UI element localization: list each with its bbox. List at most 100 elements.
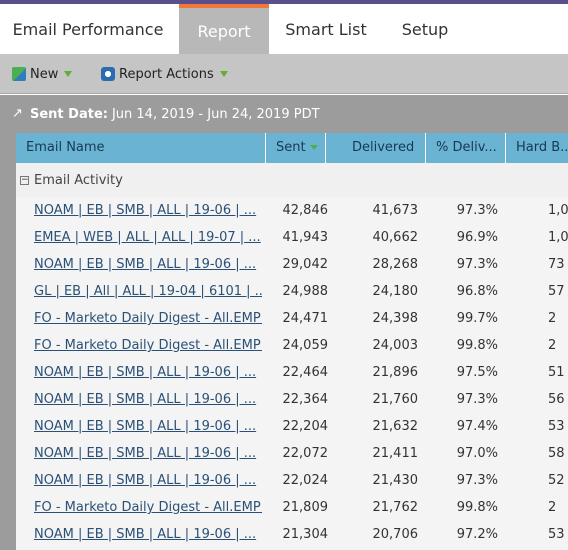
sent-cell: 21,304 <box>282 527 329 542</box>
pct-delivered-cell: 96.9% <box>456 230 498 245</box>
pct-delivered-cell: 99.8% <box>456 338 498 353</box>
tab-report[interactable]: Report <box>179 4 269 54</box>
tab-setup[interactable]: Setup <box>390 4 460 54</box>
tab-smart-list[interactable]: Smart List <box>277 4 375 54</box>
report-grid: Email Name Sent Delivered % Deliv... Har… <box>16 133 568 550</box>
new-document-icon <box>12 67 26 81</box>
hard-bounced-cell: 51 <box>506 359 568 386</box>
hard-bounced-value: 57 <box>548 284 565 299</box>
hard-bounced-value: 73 <box>548 257 565 272</box>
table-row: NOAM | EB | SMB | ALL | 19-06 | ... 22,07… <box>16 440 568 467</box>
delivered-cell: 21,632 <box>372 419 419 434</box>
email-name-link[interactable]: NOAM | EB | SMB | ALL | 19-06 | ... <box>34 467 262 494</box>
dropdown-arrow-icon <box>219 71 228 77</box>
delivered-cell: 21,896 <box>372 365 419 380</box>
collapse-icon[interactable]: − <box>20 175 29 185</box>
hard-bounced-cell: 2 <box>506 305 568 332</box>
email-name-link[interactable]: NOAM | EB | SMB | ALL | 19-06 | ... <box>34 440 262 467</box>
email-name-link[interactable]: NOAM | EB | SMB | ALL | 19-06 | ... <box>34 197 262 224</box>
column-header-sent-label: Sent <box>276 140 306 155</box>
pct-delivered-cell: 99.7% <box>456 311 498 326</box>
pct-delivered-cell: 97.4% <box>456 419 498 434</box>
toolbar: New Report Actions <box>0 54 568 94</box>
report-actions-label: Report Actions <box>119 66 214 82</box>
sent-cell: 24,471 <box>282 311 329 326</box>
hard-bounced-cell: 2 <box>506 494 568 521</box>
dropdown-arrow-icon <box>64 71 73 77</box>
hard-bounced-cell: 1,06 <box>506 197 568 224</box>
sort-desc-icon <box>309 145 318 150</box>
table-row: NOAM | EB | SMB | ALL | 19-06 | ... 29,04… <box>16 251 568 278</box>
pct-delivered-cell: 97.2% <box>456 527 498 542</box>
hard-bounced-cell: 53 <box>506 413 568 440</box>
delivered-cell: 21,762 <box>372 500 419 515</box>
table-row: FO - Marketo Daily Digest - All.EMP ... 2… <box>16 494 568 521</box>
sent-cell: 22,204 <box>282 419 329 434</box>
column-header-delivered[interactable]: Delivered <box>326 133 426 163</box>
column-header-pct-delivered[interactable]: % Deliv... <box>426 133 506 163</box>
column-header-email-name[interactable]: Email Name <box>16 133 266 163</box>
new-button-label: New <box>30 66 59 82</box>
table-row: NOAM | EB | SMB | ALL | 19-06 | ... 21,30… <box>16 521 568 548</box>
hard-bounced-value: 52 <box>548 473 565 488</box>
column-header-hard-bounced[interactable]: Hard B... <box>506 133 568 163</box>
email-name-link[interactable]: NOAM | EB | SMB | ALL | 19-06 | ... <box>34 413 262 440</box>
sent-cell: 41,943 <box>282 230 329 245</box>
hard-bounced-cell: 1,06 <box>506 224 568 251</box>
sent-cell: 22,024 <box>282 473 329 488</box>
email-name-link[interactable]: NOAM | EB | SMB | ALL | 19-06 | ... <box>34 251 262 278</box>
report-actions-button[interactable]: Report Actions <box>101 63 228 85</box>
email-name-link[interactable]: GL | EB | All | ALL | 19-04 | 6101 | ... <box>34 278 262 305</box>
pct-delivered-cell: 97.3% <box>456 392 498 407</box>
table-row: GL | EB | All | ALL | 19-04 | 6101 | ...… <box>16 278 568 305</box>
new-button[interactable]: New <box>12 63 73 85</box>
sent-cell: 42,846 <box>282 203 329 218</box>
hard-bounced-value: 2 <box>548 338 557 353</box>
sent-cell: 22,464 <box>282 365 329 380</box>
email-name-link[interactable]: EMEA | WEB | ALL | ALL | 19-07 | ... <box>34 224 262 251</box>
email-name-link[interactable]: NOAM | EB | SMB | ALL | 19-06 | ... <box>34 521 262 548</box>
hard-bounced-cell: 73 <box>506 251 568 278</box>
grid-rows: NOAM | EB | SMB | ALL | 19-06 | ... 42,84… <box>16 197 568 548</box>
delivered-cell: 21,411 <box>372 446 419 461</box>
sent-cell: 21,809 <box>282 500 329 515</box>
hard-bounced-cell: 2 <box>506 332 568 359</box>
delivered-cell: 20,706 <box>372 527 419 542</box>
group-row-email-activity[interactable]: − Email Activity <box>16 163 568 197</box>
pct-delivered-cell: 97.5% <box>456 365 498 380</box>
email-name-link[interactable]: FO - Marketo Daily Digest - All.EMP ... <box>34 305 262 332</box>
table-row: NOAM | EB | SMB | ALL | 19-06 | ... 22,02… <box>16 467 568 494</box>
hard-bounced-value: 51 <box>548 365 565 380</box>
email-name-link[interactable]: FO - Marketo Daily Digest - All.EMP ... <box>34 332 262 359</box>
email-name-link[interactable]: NOAM | EB | SMB | ALL | 19-06 | ... <box>34 359 262 386</box>
hard-bounced-value: 1,06 <box>548 203 568 218</box>
delivered-cell: 24,003 <box>372 338 419 353</box>
filter-bar: ↗ Sent Date: Jun 14, 2019 - Jun 24, 2019… <box>12 104 320 124</box>
pct-delivered-cell: 96.8% <box>456 284 498 299</box>
tab-email-performance[interactable]: Email Performance <box>0 4 176 54</box>
pct-delivered-cell: 97.3% <box>456 257 498 272</box>
email-name-link[interactable]: FO - Marketo Daily Digest - All.EMP ... <box>34 494 262 521</box>
table-row: NOAM | EB | SMB | ALL | 19-06 | ... 22,20… <box>16 413 568 440</box>
hard-bounced-value: 2 <box>548 311 557 326</box>
hard-bounced-cell: 58 <box>506 440 568 467</box>
hard-bounced-cell: 52 <box>506 467 568 494</box>
hard-bounced-value: 58 <box>548 446 565 461</box>
report-actions-icon <box>101 67 115 81</box>
hard-bounced-value: 56 <box>548 392 565 407</box>
sent-cell: 22,364 <box>282 392 329 407</box>
delivered-cell: 28,268 <box>372 257 419 272</box>
pct-delivered-cell: 97.3% <box>456 203 498 218</box>
hard-bounced-cell: 56 <box>506 386 568 413</box>
delivered-cell: 24,180 <box>372 284 419 299</box>
filter-value: Jun 14, 2019 - Jun 24, 2019 PDT <box>111 106 320 122</box>
table-row: FO - Marketo Daily Digest - All.EMP ... 2… <box>16 305 568 332</box>
delivered-cell: 21,430 <box>372 473 419 488</box>
filter-label: Sent Date: <box>30 106 108 122</box>
delivered-cell: 21,760 <box>372 392 419 407</box>
group-label: Email Activity <box>34 172 123 188</box>
column-header-sent[interactable]: Sent <box>266 133 326 163</box>
pct-delivered-cell: 99.8% <box>456 500 498 515</box>
email-name-link[interactable]: NOAM | EB | SMB | ALL | 19-06 | ... <box>34 386 262 413</box>
report-panel: ↗ Sent Date: Jun 14, 2019 - Jun 24, 2019… <box>0 95 568 550</box>
